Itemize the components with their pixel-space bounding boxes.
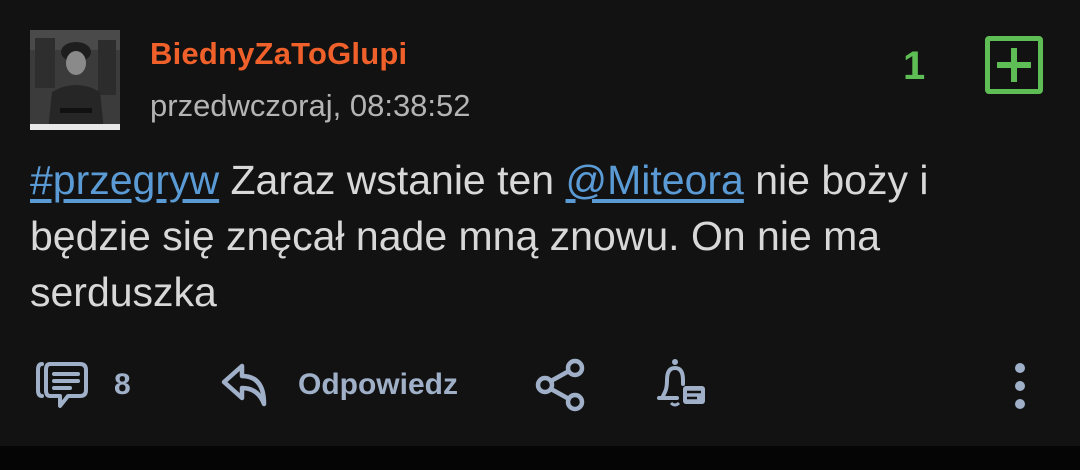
vote-score: 1 xyxy=(903,44,926,88)
comments-count[interactable]: 8 xyxy=(114,368,131,402)
bottom-strip xyxy=(0,446,1080,470)
avatar[interactable] xyxy=(30,30,120,130)
plus-icon xyxy=(997,48,1031,82)
reply-icon xyxy=(221,363,267,407)
avatar-image xyxy=(30,30,120,130)
share-button[interactable] xyxy=(535,358,587,417)
content-text-1: Zaraz wstanie ten xyxy=(219,157,566,203)
avatar-underline xyxy=(30,124,120,130)
action-bar: 8 Odpowiedz xyxy=(0,350,1080,420)
more-options-button[interactable] xyxy=(1008,360,1032,417)
reply-label[interactable]: Odpowiedz xyxy=(298,368,458,402)
reply-button[interactable] xyxy=(218,358,270,415)
comment-icon xyxy=(36,362,88,408)
post-timestamp: przedwczoraj, 08:38:52 xyxy=(150,88,471,123)
notification-bell-icon xyxy=(657,359,705,407)
hashtag-link[interactable]: #przegryw xyxy=(30,157,219,203)
post-card: BiednyZaToGlupi przedwczoraj, 08:38:52 1… xyxy=(0,0,1080,446)
comments-button[interactable] xyxy=(34,360,90,415)
mention-link[interactable]: @Miteora xyxy=(566,157,744,203)
author-username[interactable]: BiednyZaToGlupi xyxy=(150,36,407,72)
upvote-button[interactable] xyxy=(985,36,1043,94)
more-options-icon xyxy=(1015,363,1025,409)
notification-button[interactable] xyxy=(655,356,709,417)
post-content: #przegryw Zaraz wstanie ten @Miteora nie… xyxy=(30,152,1040,320)
share-icon xyxy=(535,358,585,412)
